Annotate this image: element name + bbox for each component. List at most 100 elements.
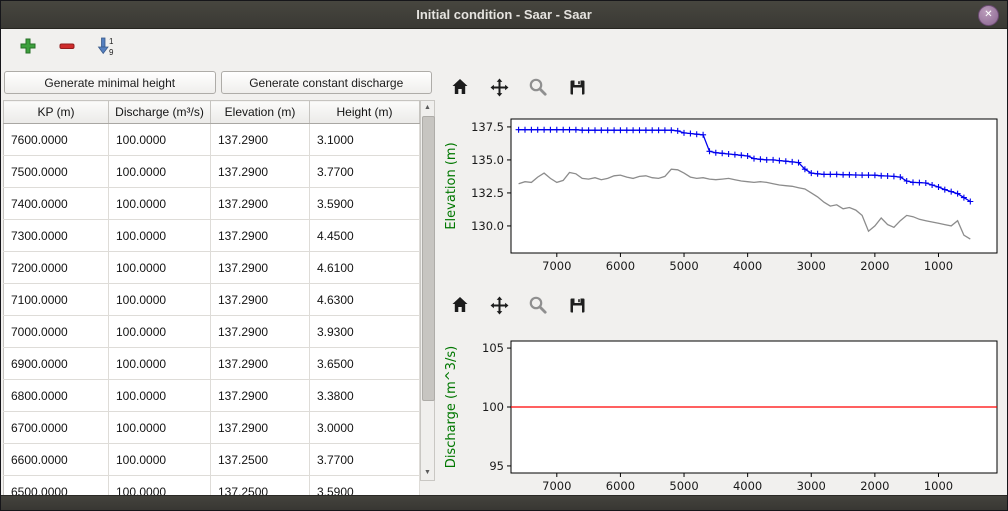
y-tick-label: 105: [482, 341, 504, 355]
table-row[interactable]: 7300.0000100.0000137.29004.4500: [4, 220, 420, 252]
save-button[interactable]: [566, 76, 588, 98]
table-cell[interactable]: 3.6500: [310, 348, 420, 380]
right-panel: 7000600050004000300020001000130.0132.513…: [437, 62, 1007, 496]
pan-icon: [489, 295, 510, 316]
table-cell[interactable]: 137.2900: [211, 220, 310, 252]
home-button[interactable]: [449, 76, 471, 98]
table-cell[interactable]: 6800.0000: [4, 380, 109, 412]
table-cell[interactable]: 3.1000: [310, 124, 420, 156]
remove-row-button[interactable]: [57, 36, 77, 56]
table-cell[interactable]: 100.0000: [109, 380, 211, 412]
table-row[interactable]: 7100.0000100.0000137.29004.6300: [4, 284, 420, 316]
generate-minimal-height-button[interactable]: Generate minimal height: [4, 71, 216, 94]
table-scrollbar[interactable]: ▲ ▼: [420, 100, 435, 481]
table-cell[interactable]: 3.0000: [310, 412, 420, 444]
table-row[interactable]: 7400.0000100.0000137.29003.5900: [4, 188, 420, 220]
table-cell[interactable]: 100.0000: [109, 316, 211, 348]
table-cell[interactable]: 3.9300: [310, 316, 420, 348]
close-button[interactable]: ✕: [978, 5, 999, 26]
table-row[interactable]: 6900.0000100.0000137.29003.6500: [4, 348, 420, 380]
table-cell[interactable]: 6600.0000: [4, 444, 109, 476]
sort-icon: 1 9: [96, 36, 116, 56]
table-cell[interactable]: 137.2900: [211, 188, 310, 220]
table-cell[interactable]: 137.2900: [211, 348, 310, 380]
table-cell[interactable]: 100.0000: [109, 444, 211, 476]
y-tick-label: 132.5: [471, 186, 504, 200]
initial-condition-table[interactable]: KP (m)Discharge (m³/s)Elevation (m)Heigh…: [3, 100, 420, 508]
table-body: 7600.0000100.0000137.29003.10007500.0000…: [4, 124, 420, 508]
table-cell[interactable]: 100.0000: [109, 188, 211, 220]
table-cell[interactable]: 7400.0000: [4, 188, 109, 220]
y-tick-label: 100: [482, 400, 504, 414]
table-cell[interactable]: 6900.0000: [4, 348, 109, 380]
table-row[interactable]: 7000.0000100.0000137.29003.9300: [4, 316, 420, 348]
table-cell[interactable]: 100.0000: [109, 124, 211, 156]
table-cell[interactable]: 7500.0000: [4, 156, 109, 188]
scroll-down-button[interactable]: ▼: [421, 466, 434, 480]
table-cell[interactable]: 4.6300: [310, 284, 420, 316]
table-cell[interactable]: 7000.0000: [4, 316, 109, 348]
y-tick-label: 135.0: [471, 153, 504, 167]
table-row[interactable]: 7500.0000100.0000137.29003.7700: [4, 156, 420, 188]
plot-area[interactable]: [511, 119, 997, 253]
column-header[interactable]: Elevation (m): [211, 101, 310, 124]
column-header[interactable]: Discharge (m³/s): [109, 101, 211, 124]
table-cell[interactable]: 137.2900: [211, 380, 310, 412]
app-window: Initial condition - Saar - Saar ✕ 1 9: [0, 0, 1008, 511]
sort-rows-button[interactable]: 1 9: [96, 36, 116, 56]
table-cell[interactable]: 137.2900: [211, 412, 310, 444]
table-cell[interactable]: 6700.0000: [4, 412, 109, 444]
table-cell[interactable]: 4.6100: [310, 252, 420, 284]
table-cell[interactable]: 7100.0000: [4, 284, 109, 316]
table-cell[interactable]: 7200.0000: [4, 252, 109, 284]
table-cell[interactable]: 100.0000: [109, 284, 211, 316]
table-row[interactable]: 6800.0000100.0000137.29003.3800: [4, 380, 420, 412]
column-header[interactable]: Height (m): [310, 101, 420, 124]
zoom-button[interactable]: [527, 76, 549, 98]
home-button[interactable]: [449, 294, 471, 316]
table-cell[interactable]: 3.7700: [310, 156, 420, 188]
discharge-plot[interactable]: 700060005000400030002000100095100105Disc…: [437, 326, 1003, 502]
table-cell[interactable]: 3.3800: [310, 380, 420, 412]
table-cell[interactable]: 137.2900: [211, 316, 310, 348]
table-cell[interactable]: 137.2900: [211, 124, 310, 156]
table-cell[interactable]: 100.0000: [109, 348, 211, 380]
table-row[interactable]: 7600.0000100.0000137.29003.1000: [4, 124, 420, 156]
save-button[interactable]: [566, 294, 588, 316]
table-area: KP (m)Discharge (m³/s)Elevation (m)Heigh…: [3, 100, 435, 508]
x-tick-label: 6000: [606, 259, 635, 273]
table-cell[interactable]: 7600.0000: [4, 124, 109, 156]
table-cell[interactable]: 3.5900: [310, 188, 420, 220]
remove-icon: [58, 37, 76, 55]
discharge-plot-toolbar: [437, 280, 1007, 322]
table-cell[interactable]: 7300.0000: [4, 220, 109, 252]
table-cell[interactable]: 137.2900: [211, 156, 310, 188]
x-tick-label: 7000: [542, 479, 571, 493]
generate-constant-discharge-button[interactable]: Generate constant discharge: [221, 71, 433, 94]
sort-top-number: 1: [109, 37, 114, 46]
table-cell[interactable]: 4.4500: [310, 220, 420, 252]
table-cell[interactable]: 137.2900: [211, 284, 310, 316]
add-row-button[interactable]: [18, 36, 38, 56]
pan-button[interactable]: [488, 76, 510, 98]
table-cell[interactable]: 100.0000: [109, 252, 211, 284]
table-cell[interactable]: 100.0000: [109, 156, 211, 188]
pan-button[interactable]: [488, 294, 510, 316]
table-row[interactable]: 7200.0000100.0000137.29004.6100: [4, 252, 420, 284]
zoom-button[interactable]: [527, 294, 549, 316]
table-cell[interactable]: 137.2900: [211, 252, 310, 284]
elevation-plot[interactable]: 7000600050004000300020001000130.0132.513…: [437, 108, 1003, 280]
column-header[interactable]: KP (m): [4, 101, 109, 124]
x-tick-label: 7000: [542, 259, 571, 273]
table-cell[interactable]: 100.0000: [109, 412, 211, 444]
titlebar[interactable]: Initial condition - Saar - Saar ✕: [1, 1, 1007, 29]
window-title: Initial condition - Saar - Saar: [416, 7, 592, 22]
table-row[interactable]: 6700.0000100.0000137.29003.0000: [4, 412, 420, 444]
table-cell[interactable]: 3.7700: [310, 444, 420, 476]
scroll-up-button[interactable]: ▲: [421, 101, 434, 115]
scrollbar-thumb[interactable]: [422, 116, 435, 401]
y-axis-label: Elevation (m): [444, 142, 459, 229]
table-row[interactable]: 6600.0000100.0000137.25003.7700: [4, 444, 420, 476]
table-cell[interactable]: 100.0000: [109, 220, 211, 252]
table-cell[interactable]: 137.2500: [211, 444, 310, 476]
